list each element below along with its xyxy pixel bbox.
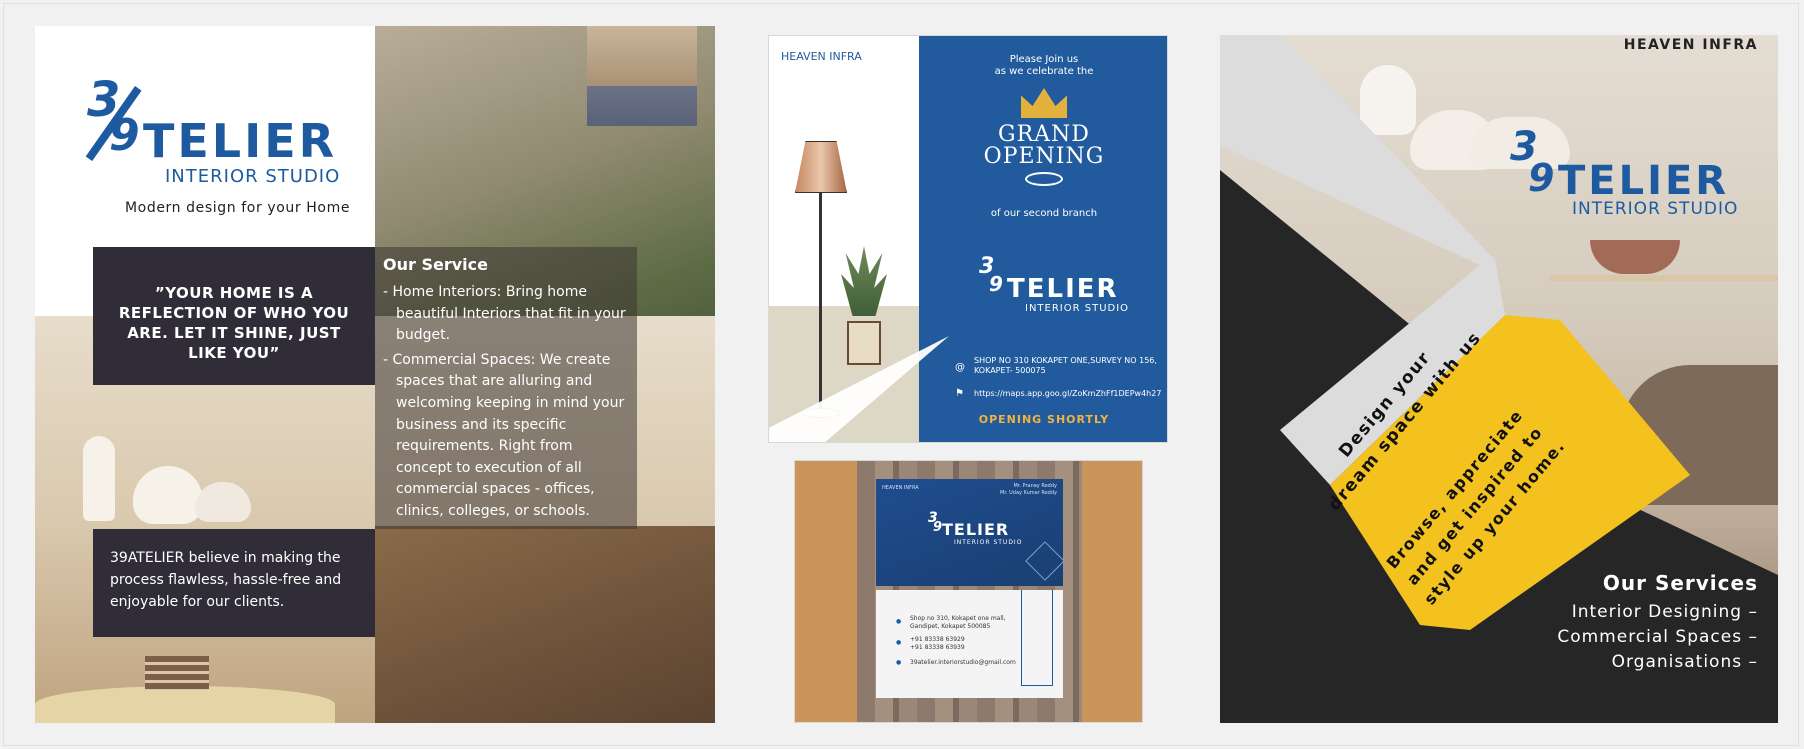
book-stack: [145, 656, 209, 690]
logo-subtitle: INTERIOR STUDIO: [1572, 199, 1739, 219]
card-heaven-label: HEAVEN INFRA: [882, 485, 919, 491]
service-item: Interior Designing –: [1571, 602, 1758, 622]
service-box: Our Service - Home Interiors: Bring home…: [375, 247, 637, 529]
logo-subtitle: INTERIOR STUDIO: [1025, 303, 1130, 314]
location-icon: @: [955, 362, 965, 373]
card-back: ● Shop no 310, Kokapet one mall, Gandipe…: [876, 590, 1063, 698]
second-branch-text: of our second branch: [990, 208, 1098, 219]
card-phone-1: +91 83338 63929: [910, 636, 965, 643]
join-line-1: Please Join us: [1009, 54, 1079, 65]
heaven-infra-label: HEAVEN INFRA: [1623, 37, 1758, 53]
logo-subtitle: INTERIOR STUDIO: [165, 166, 341, 187]
logo-numeral-9: 9: [933, 520, 943, 535]
floor-lamp-pole: [819, 193, 822, 413]
invitation-panel: HEAVEN INFRA Please Join us as we celebr…: [768, 35, 1168, 443]
card-location-icon: ●: [896, 618, 902, 625]
heaven-infra-label: HEAVEN INFRA: [781, 50, 862, 63]
card-address-1: Shop no 310, Kokapet one mall,: [910, 615, 1006, 622]
card-corner-lines: [1025, 541, 1065, 581]
opening-shortly: OPENING SHORTLY: [978, 413, 1110, 426]
opening-text: OPENING: [983, 144, 1105, 169]
logo-wordmark: TELIER: [143, 114, 338, 168]
service-title: Our Service: [383, 255, 488, 274]
card-front: HEAVEN INFRA Mr. Pranay Reddy Mr. Uday K…: [876, 479, 1065, 586]
logo-numeral-9: 9: [989, 272, 1003, 296]
service-item: - Home Interiors: Bring home beautiful I…: [383, 284, 626, 344]
card-email-icon: ●: [896, 659, 902, 666]
canvas: 3 9 TELIER INTERIOR STUDIO Modern design…: [3, 3, 1799, 746]
card-name-1: Mr. Pranay Reddy: [1013, 483, 1057, 489]
card-phone-icon: ●: [896, 639, 902, 646]
tagline: Modern design for your Home: [125, 200, 351, 216]
bedroom-photo: [587, 26, 697, 126]
wall-shelf: [1550, 275, 1778, 281]
logo-wordmark: TELIER: [942, 520, 1010, 539]
round-table: [35, 686, 335, 723]
card-address-2: Gandipet, Kokapet 500085: [910, 623, 991, 630]
poster-panel: HEAVEN INFRA 3 9 TELIER INTERIOR STUDIO …: [1220, 35, 1778, 723]
business-card-panel: HEAVEN INFRA Mr. Pranay Reddy Mr. Uday K…: [794, 460, 1143, 723]
map-icon: ⚑: [955, 388, 964, 399]
service-item: Commercial Spaces –: [1557, 627, 1758, 647]
kitchen-counter-photo: [375, 526, 715, 723]
logo-subtitle: INTERIOR STUDIO: [954, 539, 1023, 546]
quote-box: ”YOUR HOME IS A REFLECTION OF WHO YOU AR…: [93, 247, 375, 385]
join-line-2: as we celebrate the: [994, 66, 1094, 77]
map-link[interactable]: https://maps.app.goo.gl/ZoKmZhFf1DEPw4h2…: [974, 389, 1161, 399]
address-line-2: KOKAPET- 500075: [974, 366, 1046, 375]
plant-stand: [847, 321, 881, 365]
card-email: 39atelier.interiorstudio@gmail.com: [910, 659, 1016, 666]
service-item: - Commercial Spaces: We create spaces th…: [383, 351, 625, 519]
card-name-2: Mr. Uday Kumar Reddy: [1000, 490, 1057, 496]
address-line-1: SHOP NO 310 KOKAPET ONE,SURVEY NO 156,: [974, 356, 1157, 365]
card-back-lines: [1021, 590, 1053, 686]
pendant-lamp: [83, 436, 115, 521]
floor-lamp-shade: [795, 141, 847, 193]
services-title: Our Services: [1602, 571, 1758, 595]
pendant-lamp: [1360, 65, 1416, 135]
logo-wordmark: TELIER: [1558, 158, 1730, 204]
card-phone-2: +91 83338 63939: [910, 644, 965, 651]
believe-box: 39ATELIER believe in making the process …: [93, 529, 375, 637]
brochure-panel: 3 9 TELIER INTERIOR STUDIO Modern design…: [35, 26, 715, 723]
logo-wordmark: TELIER: [1007, 274, 1119, 304]
service-item: Organisations –: [1611, 652, 1758, 672]
flourish-icon: [1025, 172, 1063, 186]
logo-numeral-9: 9: [1528, 156, 1555, 200]
grand-text: GRAND: [998, 122, 1090, 147]
